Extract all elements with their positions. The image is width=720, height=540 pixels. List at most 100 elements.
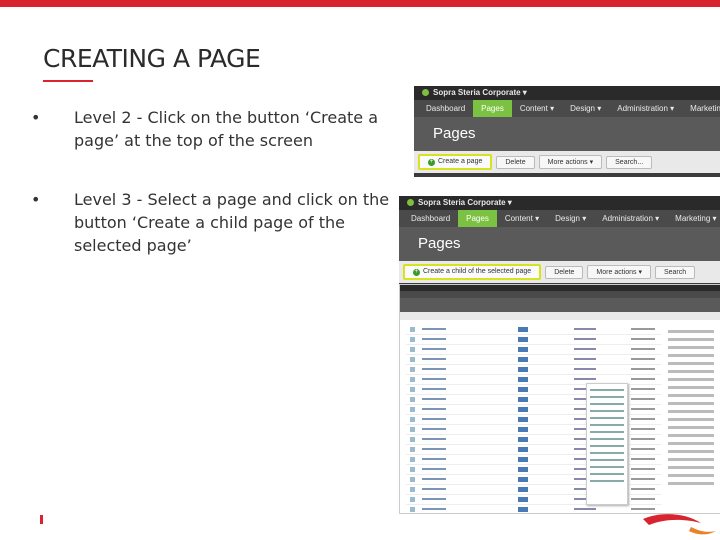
- sidebar-line: [668, 434, 714, 437]
- row-name: [422, 328, 446, 330]
- bullet-text: Level 2 - Click on the button ‘Create a …: [74, 108, 379, 150]
- screenshot-page-tree: [399, 284, 720, 514]
- sidebar-line: [668, 338, 714, 341]
- search-button[interactable]: Search: [654, 265, 696, 279]
- bullet-marker: •: [31, 190, 41, 209]
- nav-pages[interactable]: Pages: [458, 210, 497, 227]
- create-page-label: Create a page: [438, 158, 483, 165]
- row-name: [422, 338, 446, 340]
- table-row: [406, 365, 661, 375]
- sidebar-line: [668, 482, 714, 485]
- nav-dashboard[interactable]: Dashboard: [418, 100, 473, 117]
- sidebar-line: [668, 450, 714, 453]
- create-child-page-button[interactable]: + Create a child of the selected page: [403, 264, 542, 280]
- sopra-steria-logo-icon: [643, 514, 716, 535]
- row-ic: [410, 347, 415, 352]
- row-ic: [410, 457, 415, 462]
- row-act: [574, 348, 596, 350]
- top-accent-bar: [0, 0, 720, 7]
- row-ic: [410, 417, 415, 422]
- delete-button[interactable]: Delete: [545, 265, 584, 279]
- nav-pages[interactable]: Pages: [473, 100, 512, 117]
- row-ic: [410, 387, 415, 392]
- sidebar-line: [668, 386, 714, 389]
- menu-item: [590, 480, 624, 482]
- nav-administration[interactable]: Administration ▾: [594, 210, 667, 227]
- row-name: [422, 508, 446, 510]
- row-badge: [518, 467, 528, 472]
- row-date: [631, 428, 655, 430]
- sidebar-line: [668, 410, 714, 413]
- row-act: [574, 338, 596, 340]
- table-row: [406, 355, 661, 365]
- footer-accent-mark: [40, 515, 43, 524]
- row-ic: [410, 447, 415, 452]
- row-ic: [410, 407, 415, 412]
- row-date: [631, 358, 655, 360]
- row-badge: [518, 347, 528, 352]
- screenshot-create-page: Sopra Steria Corporate ▾ Dashboard Pages…: [414, 86, 720, 177]
- row-ic: [410, 427, 415, 432]
- more-actions-button[interactable]: More actions ▾: [538, 155, 603, 169]
- row-ic: [410, 327, 415, 332]
- row-date: [631, 468, 655, 470]
- page-heading: [400, 298, 720, 312]
- row-ic: [410, 477, 415, 482]
- nav-administration[interactable]: Administration ▾: [609, 100, 682, 117]
- nav-design[interactable]: Design ▾: [562, 100, 609, 117]
- more-actions-button[interactable]: More actions ▾: [587, 265, 651, 279]
- sidebar-line: [668, 354, 714, 357]
- sidebar-line: [668, 418, 714, 421]
- row-date: [631, 378, 655, 380]
- row-act: [574, 328, 596, 330]
- nav-marketing[interactable]: Marketing ▾: [667, 210, 720, 227]
- nav-marketing[interactable]: Marketing ▾: [682, 100, 720, 117]
- row-date: [631, 408, 655, 410]
- brand-bar: Sopra Steria Corporate ▾: [399, 196, 720, 210]
- row-name: [422, 398, 446, 400]
- menu-item: [590, 466, 624, 468]
- row-badge: [518, 337, 528, 342]
- table-row: [406, 505, 661, 513]
- row-date: [631, 388, 655, 390]
- sidebar-line: [668, 442, 714, 445]
- row-date: [631, 448, 655, 450]
- row-name: [422, 388, 446, 390]
- table-row: [406, 325, 661, 335]
- row-badge: [518, 457, 528, 462]
- sidebar-line: [668, 362, 714, 365]
- row-badge: [518, 407, 528, 412]
- row-ic: [410, 377, 415, 382]
- page-heading: Pages: [414, 117, 720, 151]
- sidebar-line: [668, 458, 714, 461]
- row-badge: [518, 427, 528, 432]
- row-badge: [518, 357, 528, 362]
- row-badge: [518, 447, 528, 452]
- menu-item: [590, 438, 624, 440]
- nav-content[interactable]: Content ▾: [512, 100, 562, 117]
- sidebar-line: [668, 346, 714, 349]
- row-name: [422, 498, 446, 500]
- brand-logo-icon: [422, 89, 429, 96]
- sidebar-line: [668, 330, 714, 333]
- sidebar-line: [668, 402, 714, 405]
- row-ic: [410, 487, 415, 492]
- row-badge: [518, 367, 528, 372]
- menu-item: [590, 452, 624, 454]
- row-date: [631, 348, 655, 350]
- page-heading: Pages: [399, 227, 720, 261]
- brand-name: Sopra Steria Corporate ▾: [418, 198, 512, 207]
- row-name: [422, 438, 446, 440]
- search-button[interactable]: Search...: [606, 155, 653, 169]
- nav-content[interactable]: Content ▾: [497, 210, 547, 227]
- toolbar: + Create a child of the selected page Del…: [399, 261, 720, 283]
- row-ic: [410, 437, 415, 442]
- screenshot-create-child-page: Sopra Steria Corporate ▾ Dashboard Pages…: [399, 196, 720, 284]
- create-page-button[interactable]: + Create a page: [418, 154, 493, 170]
- nav-dashboard[interactable]: Dashboard: [403, 210, 458, 227]
- nav-design[interactable]: Design ▾: [547, 210, 594, 227]
- delete-button[interactable]: Delete: [496, 155, 535, 169]
- bullet-marker: •: [31, 108, 41, 127]
- row-ic: [410, 497, 415, 502]
- row-badge: [518, 437, 528, 442]
